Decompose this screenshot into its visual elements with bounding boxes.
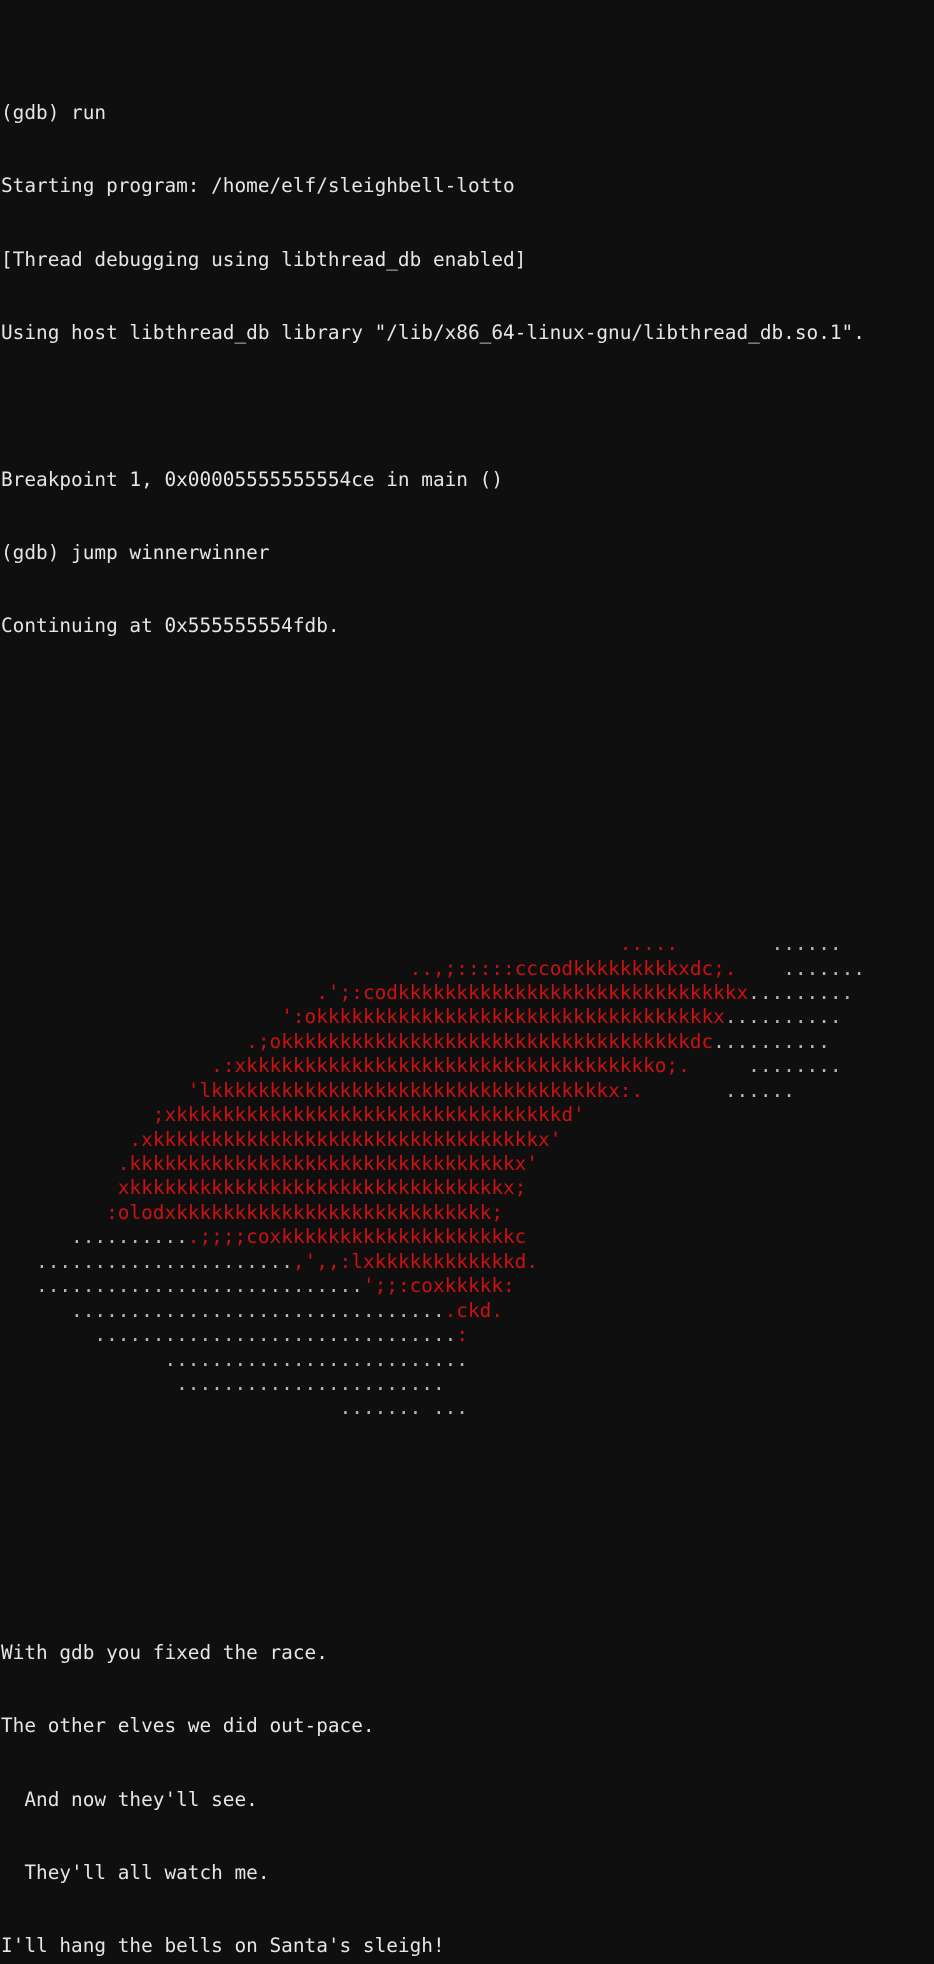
poem-line-4: They'll all watch me. bbox=[1, 1860, 270, 1884]
ascii-art-row: ....................... bbox=[1, 1372, 934, 1396]
ascii-art-row: ...............................: bbox=[1, 1323, 934, 1347]
poem-line-1: With gdb you fixed the race. bbox=[1, 1640, 328, 1664]
ascii-art-segment bbox=[1, 1201, 106, 1224]
ascii-art-segment: ..,;::::: bbox=[409, 956, 515, 980]
ascii-art-row: ..... ...... bbox=[1, 932, 934, 956]
ascii-art-row: ......................,',,:lxkkkkkkkkkkk… bbox=[1, 1250, 934, 1274]
ascii-art-segment bbox=[1, 1128, 129, 1151]
ascii-art-segment bbox=[1, 932, 620, 955]
ascii-art-segment: ';;:coxkkkkk: bbox=[362, 1274, 515, 1298]
ascii-art-segment bbox=[1, 1396, 340, 1419]
ascii-art-segment bbox=[690, 1054, 748, 1077]
ascii-art-segment: ':okkkkkkkkkkkkkkkkkkkkkkkkkkkkkkkkkkx bbox=[281, 1005, 725, 1029]
ascii-art-segment: ............................... bbox=[94, 1323, 457, 1347]
ascii-art-segment bbox=[678, 932, 771, 955]
ascii-art-sleighbell: ..... ...... ..,;:::::cccodkkkkkkkkkxdc;… bbox=[1, 932, 934, 1421]
ascii-art-segment bbox=[1, 1225, 71, 1248]
ascii-art-segment: ...................... bbox=[36, 1249, 293, 1273]
ascii-art-segment bbox=[1, 1348, 164, 1371]
ascii-art-segment bbox=[1, 1054, 211, 1077]
ascii-art-row: ;xkkkkkkkkkkkkkkkkkkkkkkkkkkkkkkkkkd' bbox=[1, 1103, 934, 1127]
poem-line-2: The other elves we did out-pace. bbox=[1, 1714, 375, 1738]
ascii-art-segment bbox=[1, 957, 410, 980]
ascii-art-segment: .......................... bbox=[164, 1347, 468, 1371]
ascii-art-segment: .';:codkkkkkkkkkkkkkkkkkkkkkkkkkkkkkx bbox=[316, 980, 749, 1004]
ascii-art-segment bbox=[1, 1323, 94, 1346]
ascii-art-row: .:xkkkkkkkkkkkkkkkkkkkkkkkkkkkkkkkkkkko;… bbox=[1, 1054, 934, 1078]
ascii-art-segment: 'lkkkkkkkkkkkkkkkkkkkkkkkkkkkkkkkkkkx:. bbox=[187, 1078, 644, 1102]
ascii-art-row: ..,;:::::cccodkkkkkkkkkxdc;. ....... bbox=[1, 957, 934, 981]
terminal-line-run-command: (gdb) run bbox=[1, 100, 107, 124]
ascii-art-segment: ...... bbox=[724, 1078, 795, 1102]
ascii-art-segment: ........ bbox=[748, 1054, 842, 1078]
ascii-art-row: ':okkkkkkkkkkkkkkkkkkkkkkkkkkkkkkkkkkx..… bbox=[1, 1005, 934, 1029]
ascii-art-segment bbox=[1, 1250, 36, 1273]
ascii-art-segment: .ckd. bbox=[444, 1298, 503, 1322]
terminal-line-continuing: Continuing at 0x555555554fdb. bbox=[1, 614, 340, 638]
ascii-art-segment: .xkkkkkkkkkkkkkkkkkkkkkkkkkkkkkkkkkx' bbox=[129, 1127, 562, 1151]
ascii-art-segment: ;xkkkkkkkkkkkkkkkkkkkkkkkkkkkkkkkkkd' bbox=[152, 1103, 585, 1127]
ascii-art-segment: ..... bbox=[619, 932, 679, 956]
ascii-art-segment: xkkkkkkkkkkkkkkkkkkkkkkkkkkkkkkkkx; bbox=[117, 1176, 527, 1200]
ascii-art-segment: .......... bbox=[713, 1029, 830, 1053]
ascii-art-segment: ....... bbox=[783, 956, 865, 980]
ascii-art-segment: .......... bbox=[71, 1225, 188, 1249]
terminal-line-breakpoint: Breakpoint 1, 0x00005555555554ce in main… bbox=[1, 467, 503, 491]
ascii-art-segment bbox=[1, 1152, 118, 1175]
ascii-art-row: 'lkkkkkkkkkkkkkkkkkkkkkkkkkkkkkkkkkkx:. … bbox=[1, 1079, 934, 1103]
terminal-screen: (gdb) run Starting program: /home/elf/sl… bbox=[0, 3, 934, 1964]
ascii-art-segment: ...... bbox=[771, 932, 842, 956]
ascii-art-segment: .......... bbox=[724, 1005, 842, 1029]
ascii-art-row: .kkkkkkkkkkkkkkkkkkkkkkkkkkkkkkkkkx' bbox=[1, 1152, 934, 1176]
ascii-art-row: .......................... bbox=[1, 1348, 934, 1372]
ascii-art-segment: ......... bbox=[748, 980, 854, 1004]
ascii-art-row: .';:codkkkkkkkkkkkkkkkkkkkkkkkkkkkkkx...… bbox=[1, 981, 934, 1005]
ascii-art-segment bbox=[1, 1103, 153, 1126]
ascii-art-segment bbox=[1, 981, 316, 1004]
ascii-art-segment bbox=[1, 1176, 118, 1199]
ascii-art-row: ...........;;;;coxkkkkkkkkkkkkkkkkkkkkc bbox=[1, 1225, 934, 1249]
ascii-art-segment: cccod bbox=[514, 956, 574, 980]
ascii-art-segment: .;okkkkkkkkkkkkkkkkkkkkkkkkkkkkkkkkkkkdc bbox=[246, 1029, 714, 1053]
ascii-art-segment bbox=[737, 957, 784, 980]
ascii-art-segment: .kkkkkkkkkkkkkkkkkkkkkkkkkkkkkkkkkx' bbox=[117, 1152, 539, 1175]
ascii-art-segment bbox=[1, 1274, 36, 1297]
ascii-art-row: .xkkkkkkkkkkkkkkkkkkkkkkkkkkkkkkkkkx' bbox=[1, 1128, 934, 1152]
ascii-art-row: .;okkkkkkkkkkkkkkkkkkkkkkkkkkkkkkkkkkkdc… bbox=[1, 1030, 934, 1054]
ascii-art-segment bbox=[1, 1079, 188, 1102]
terminal-line-blank-2 bbox=[1, 736, 934, 760]
ascii-art-segment bbox=[643, 1079, 725, 1102]
ascii-art-segment: ............................ bbox=[36, 1274, 363, 1298]
ascii-art-segment bbox=[1, 1372, 141, 1395]
terminal-line-blank-3 bbox=[1, 810, 934, 834]
terminal-line-blank-4 bbox=[1, 1519, 934, 1543]
ascii-art-row: :olodxkkkkkkkkkkkkkkkkkkkkkkkkkkk; bbox=[1, 1201, 934, 1225]
ascii-art-segment: ................................ bbox=[71, 1298, 445, 1322]
terminal-line-jump-command: (gdb) jump winnerwinner bbox=[1, 540, 270, 564]
ascii-art-segment: ....................... bbox=[141, 1371, 445, 1395]
ascii-art-segment: : bbox=[456, 1323, 468, 1347]
poem-line-3: And now they'll see. bbox=[1, 1787, 258, 1811]
terminal-line-thread-debugging: [Thread debugging using libthread_db ena… bbox=[1, 247, 527, 271]
ascii-art-segment: :olodxkkkkkkkkkkkkkkkkkkkkkkkkkkk; bbox=[106, 1200, 503, 1224]
ascii-art-segment: ....... ... bbox=[339, 1396, 468, 1420]
ascii-art-segment: kkkkkkkkk bbox=[573, 956, 679, 980]
ascii-art-row: xkkkkkkkkkkkkkkkkkkkkkkkkkkkkkkkkx; bbox=[1, 1176, 934, 1200]
terminal-line-starting-program: Starting program: /home/elf/sleighbell-l… bbox=[1, 174, 515, 198]
terminal-line-blank-1 bbox=[1, 394, 934, 418]
ascii-art-row: .................................ckd. bbox=[1, 1299, 934, 1323]
ascii-art-segment: .:xkkkkkkkkkkkkkkkkkkkkkkkkkkkkkkkkkkko;… bbox=[211, 1054, 690, 1078]
poem-line-5: I'll hang the bells on Santa's sleigh! bbox=[1, 1934, 445, 1958]
ascii-art-segment bbox=[1, 1299, 71, 1322]
terminal-line-libthread-db: Using host libthread_db library "/lib/x8… bbox=[1, 320, 865, 344]
ascii-art-segment bbox=[1, 1005, 281, 1028]
ascii-art-row: ....... ... bbox=[1, 1396, 934, 1420]
ascii-art-row: ............................';;:coxkkkkk… bbox=[1, 1274, 934, 1298]
ascii-art-segment: .;;;;coxkkkkkkkkkkkkkkkkkkkkc bbox=[187, 1225, 527, 1249]
ascii-art-segment: ,',,:lxkkkkkkkkkkkkd. bbox=[292, 1249, 539, 1273]
ascii-art-segment: xdc;. bbox=[678, 956, 737, 980]
terminal-window[interactable]: (gdb) run Starting program: /home/elf/sl… bbox=[0, 0, 934, 1957]
ascii-art-segment bbox=[1, 1030, 246, 1053]
